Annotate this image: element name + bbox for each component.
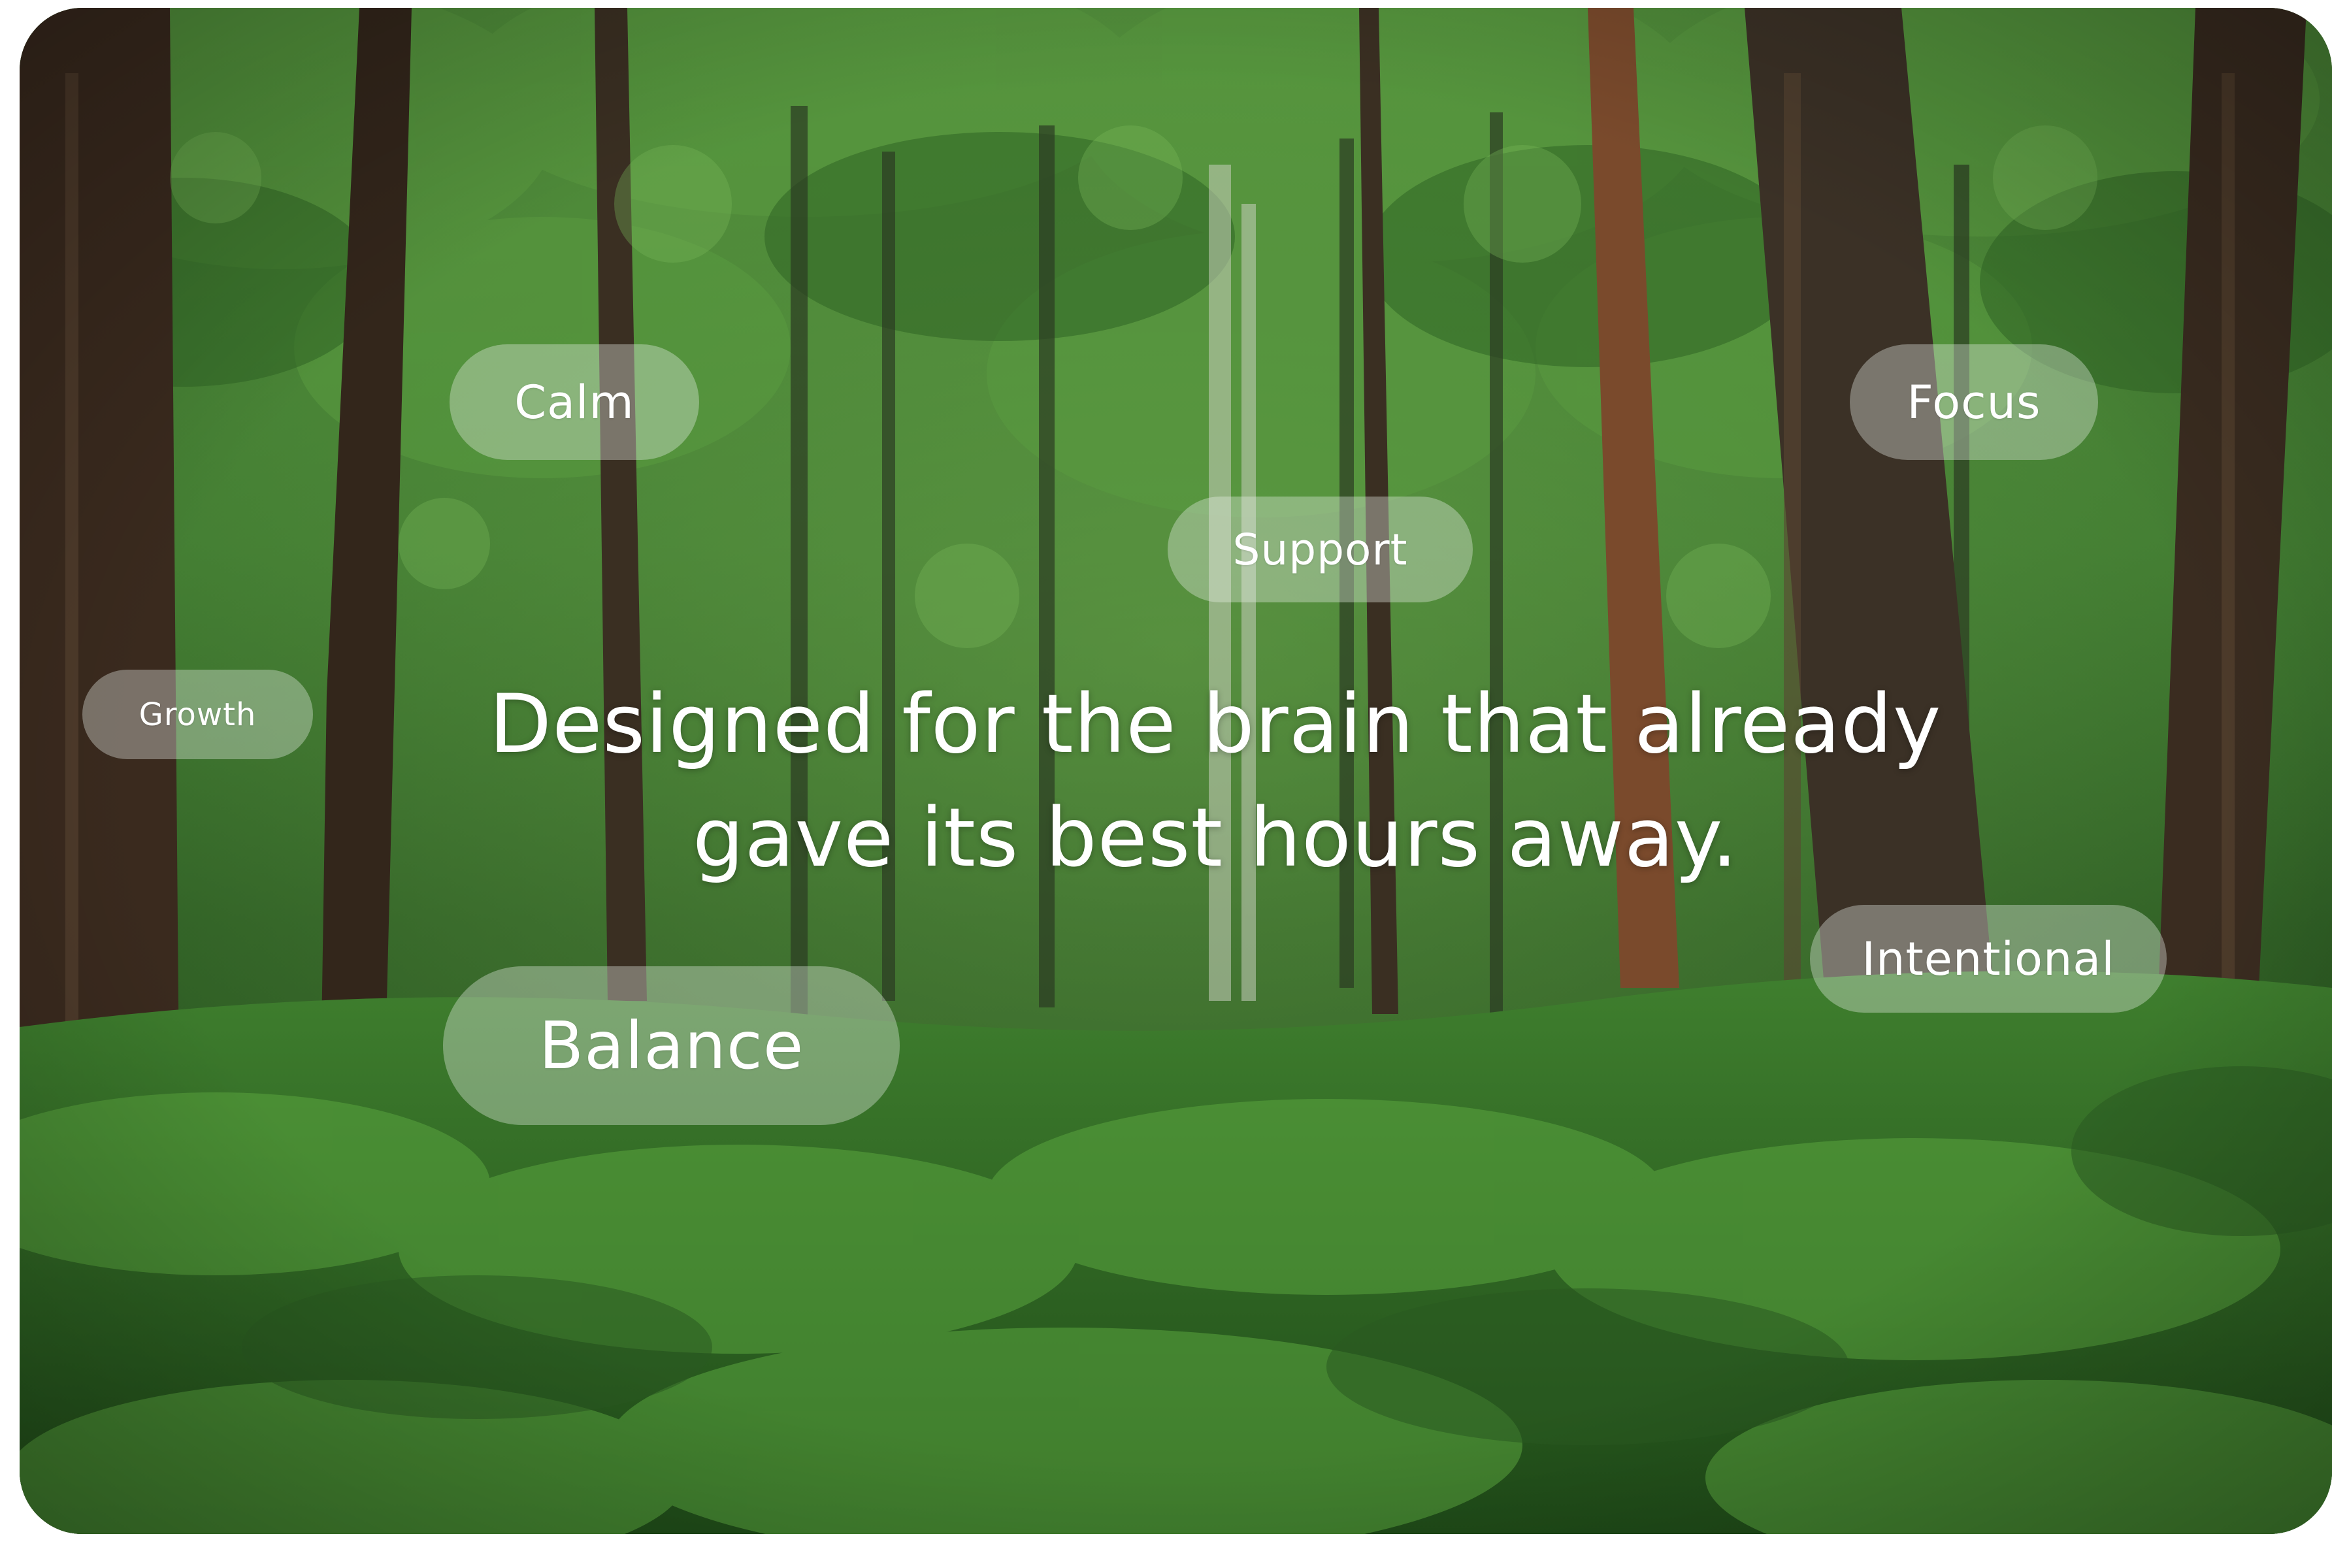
tag-intentional: Intentional [1810, 905, 2167, 1013]
tag-support: Support [1168, 497, 1473, 602]
hero-banner: Calm Focus Support Growth Intentional Ba… [20, 8, 2332, 1534]
headline-line-1: Designed for the brain that already [489, 678, 1942, 772]
tag-focus: Focus [1850, 344, 2098, 460]
headline-line-2: gave its best hours away. [692, 791, 1739, 885]
tag-balance: Balance [443, 966, 900, 1125]
tag-calm: Calm [450, 344, 699, 460]
hero-headline: Designed for the brain that already gave… [255, 668, 2176, 895]
